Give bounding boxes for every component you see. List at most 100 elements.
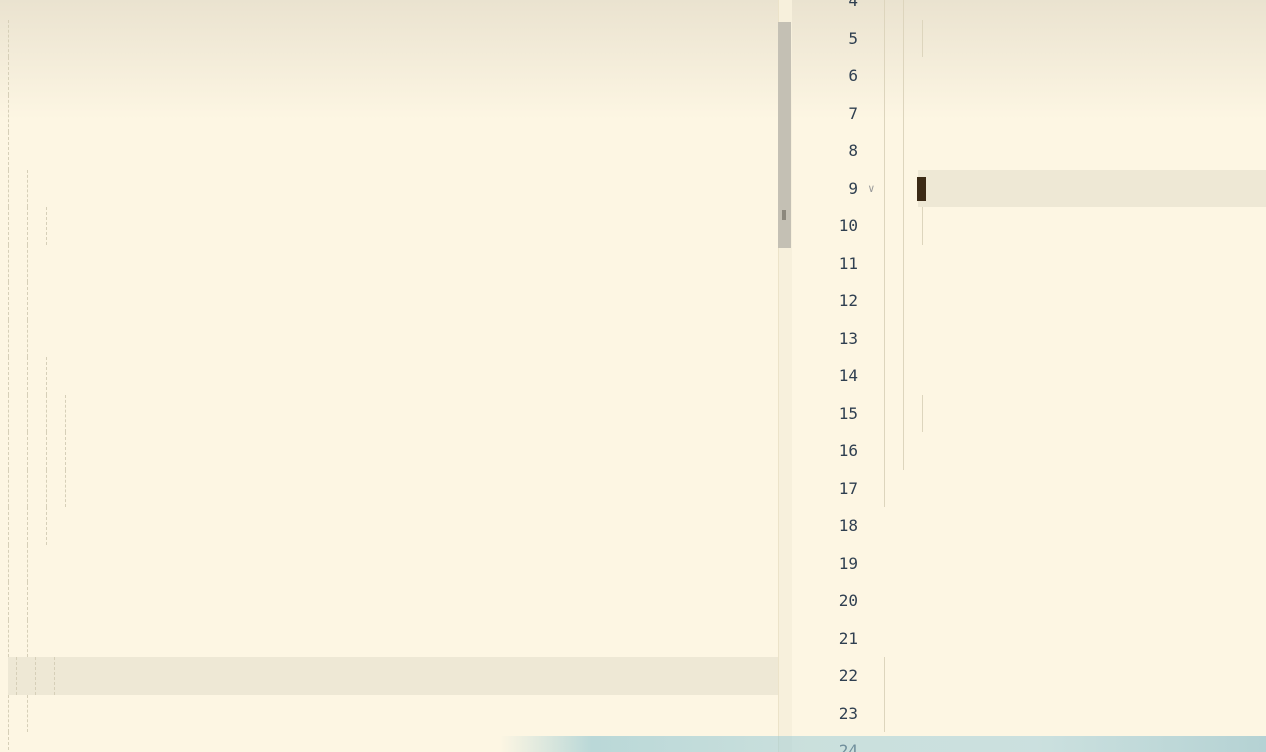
code-line[interactable]: 23 [792,694,1266,732]
indent-guide [903,282,904,320]
indent-guide [884,694,885,732]
indent-guide [46,394,47,432]
indent-guide [903,319,904,357]
indent-guide [27,469,28,507]
code-line[interactable] [0,544,778,582]
code-line[interactable]: 24 [792,732,1266,752]
code-line[interactable]: 19 [792,545,1266,583]
code-line[interactable] [0,244,778,282]
code-line[interactable]: 15 [792,394,1266,432]
indent-guide [884,19,885,57]
indent-guide [884,57,885,95]
indent-guide [8,732,9,752]
line-number: 8 [848,141,858,160]
code-line[interactable] [0,132,778,170]
indent-guide [8,19,9,57]
code-line[interactable] [0,582,778,620]
fold-chevron-icon[interactable]: ∨ [868,170,875,208]
code-line[interactable] [0,694,778,732]
indent-guide [8,582,9,620]
code-line[interactable]: 13 [792,319,1266,357]
code-line[interactable]: 4 [792,0,1266,20]
indent-guide [35,657,36,695]
code-line[interactable]: 10 [792,207,1266,245]
indent-guide [884,132,885,170]
code-line[interactable]: 18 [792,507,1266,545]
code-line[interactable] [0,169,778,207]
indent-guide [27,207,28,245]
indent-guide [903,244,904,282]
code-line[interactable] [0,469,778,507]
indent-guide [884,357,885,395]
indent-guide [27,169,28,207]
code-line[interactable]: 5 [792,19,1266,57]
indent-guide [16,657,17,695]
indent-guide [884,319,885,357]
code-line[interactable] [0,207,778,245]
code-line[interactable] [0,507,778,545]
code-line[interactable]: 7 [792,94,1266,132]
indent-guide [903,394,904,432]
code-line[interactable] [0,282,778,320]
code-line[interactable]: 12 [792,282,1266,320]
line-number: 13 [838,328,858,348]
line-number: 7 [848,103,858,123]
line-number: 6 [848,66,858,85]
code-line[interactable] [0,319,778,357]
indent-guide [8,57,9,95]
indent-guide [922,394,923,432]
indent-guide [884,244,885,282]
indent-guide [884,207,885,245]
code-line[interactable] [0,619,778,657]
code-line[interactable]: 8 [792,132,1266,170]
line-number: 22 [838,666,858,685]
line-number: 24 [838,741,858,752]
indent-guide [884,657,885,695]
right-editor-pane[interactable]: 4 5 6 7 8 9 ∨ 10 11 12 13 14 15 16 17 18 19 20 21 22 23 24 [792,0,1266,752]
code-line[interactable]: 22 [792,657,1266,695]
scrollbar-position-marker [782,210,786,220]
code-line[interactable] [0,732,778,752]
indent-guide [27,357,28,395]
indent-guide [27,282,28,320]
code-line[interactable]: 16 [792,432,1266,470]
left-editor-pane[interactable] [0,0,778,752]
indent-guide [8,132,9,170]
code-line[interactable] [0,19,778,57]
line-number: 19 [838,553,858,573]
code-line[interactable] [8,657,778,695]
code-line[interactable]: 21 [792,620,1266,658]
indent-guide [27,394,28,432]
code-line[interactable]: 20 [792,582,1266,620]
indent-guide [903,169,904,207]
code-line[interactable] [0,0,778,20]
code-line[interactable]: 11 [792,244,1266,282]
code-line[interactable] [0,357,778,395]
current-line-highlight [918,169,1266,207]
code-line[interactable]: 6 [792,57,1266,95]
line-number: 5 [848,28,858,48]
code-line[interactable] [0,394,778,432]
indent-guide [27,319,28,357]
code-line[interactable] [0,57,778,95]
indent-guide [27,694,28,732]
indent-guide [27,432,28,470]
line-number: 10 [838,216,858,235]
indent-guide [884,469,885,507]
indent-guide [27,507,28,545]
indent-guide [903,57,904,95]
code-line[interactable] [0,432,778,470]
line-number: 17 [838,478,858,498]
line-number: 21 [838,628,858,648]
indent-guide [27,619,28,657]
indent-guide [903,19,904,57]
code-line[interactable]: 9 ∨ [792,169,1266,208]
line-number: 23 [838,703,858,723]
code-line[interactable]: 14 [792,357,1266,395]
indent-guide [46,507,47,545]
code-line[interactable]: 17 [792,469,1266,507]
code-line[interactable] [0,94,778,132]
indent-guide [8,207,9,245]
indent-guide [8,282,9,320]
indent-guide [46,432,47,470]
